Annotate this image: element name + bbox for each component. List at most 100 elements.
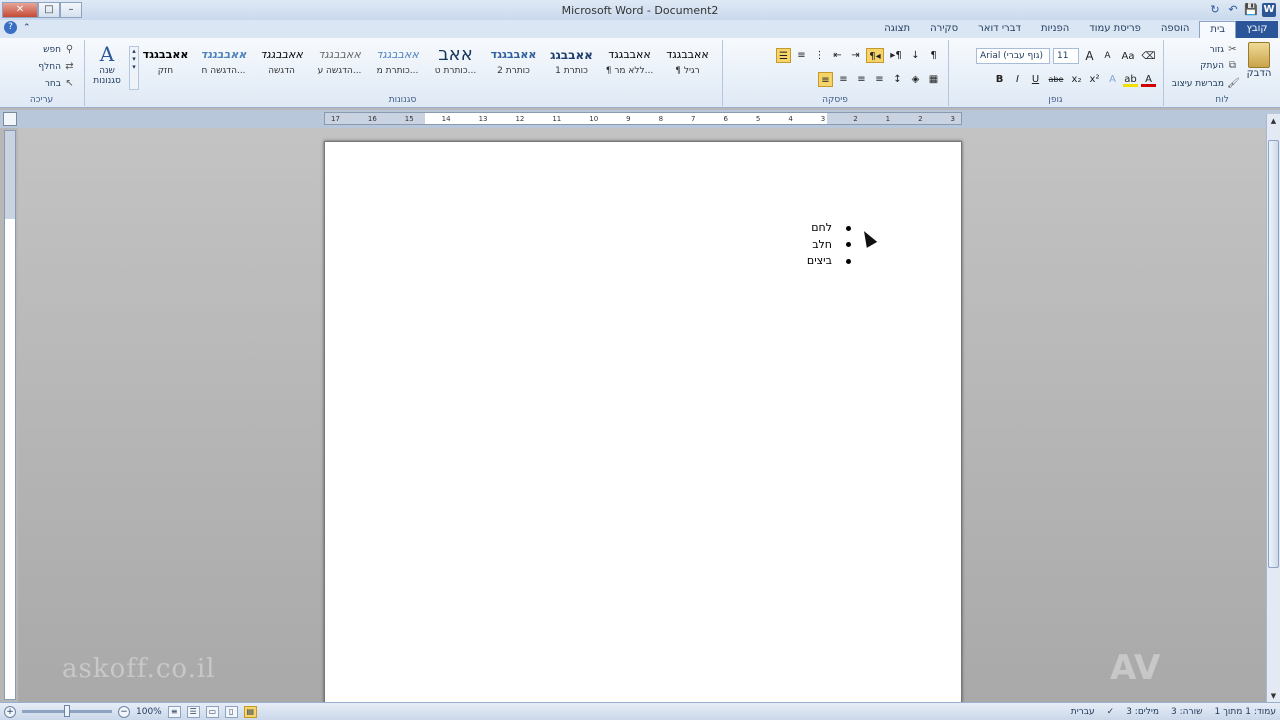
document-page[interactable]: לחם חלב ביצים bbox=[324, 141, 962, 711]
increase-indent-button[interactable]: ⇥ bbox=[848, 48, 863, 63]
editing-group: חפש ⚲ החלף ⇄ בחר ↖ עריכה bbox=[0, 40, 83, 106]
zoom-in-icon[interactable]: + bbox=[4, 705, 16, 718]
clear-formatting-icon[interactable]: ⌫ bbox=[1141, 49, 1156, 64]
tab-references[interactable]: הפניות bbox=[1031, 21, 1079, 38]
zoom-slider[interactable] bbox=[22, 705, 112, 717]
tab-file[interactable]: קובץ bbox=[1236, 21, 1278, 38]
word-count[interactable]: מילים: 3 bbox=[1126, 707, 1159, 717]
draft-view-icon[interactable]: ≡ bbox=[167, 705, 181, 718]
tab-insert[interactable]: הוספה bbox=[1151, 21, 1200, 38]
zoom-level[interactable]: 100% bbox=[136, 707, 162, 717]
tab-selector[interactable] bbox=[3, 112, 17, 126]
style-title[interactable]: אאב כותרת ט... bbox=[427, 44, 484, 88]
word-app-icon[interactable]: W bbox=[1262, 3, 1276, 17]
style-sample: אאבבגגד bbox=[318, 48, 361, 61]
find-button[interactable]: חפש ⚲ bbox=[43, 44, 75, 55]
minimize-button[interactable]: – bbox=[60, 2, 82, 18]
styles-gallery-scroll[interactable]: ▴ ▾ ▾ bbox=[129, 46, 139, 90]
style-subtitle[interactable]: אאבבגגד כותרת מ... bbox=[369, 44, 426, 88]
align-left-button[interactable]: ≡ bbox=[854, 72, 869, 87]
style-intense-emphasis[interactable]: אאבבגגד הדגשה ח... bbox=[195, 44, 252, 88]
shading-button[interactable]: ◈ bbox=[908, 72, 923, 87]
font-size-select[interactable]: 11 bbox=[1053, 48, 1079, 64]
numbering-button[interactable]: ≡ bbox=[794, 48, 809, 63]
tab-page-layout[interactable]: פריסת עמוד bbox=[1079, 21, 1151, 38]
minimize-ribbon-icon[interactable]: ⌃ bbox=[23, 23, 31, 33]
shrink-font-button[interactable]: A bbox=[1100, 49, 1115, 64]
italic-button[interactable]: I bbox=[1010, 72, 1025, 87]
help-icon[interactable]: ? bbox=[4, 21, 17, 34]
tab-review[interactable]: סקירה bbox=[920, 21, 968, 38]
tab-mailings[interactable]: דברי דואר bbox=[968, 21, 1031, 38]
align-right-button[interactable]: ≡ bbox=[818, 72, 833, 87]
paste-button[interactable]: הדבק bbox=[1244, 42, 1274, 92]
decrease-indent-button[interactable]: ⇤ bbox=[830, 48, 845, 63]
text-effects-button[interactable]: A bbox=[1105, 72, 1120, 87]
scroll-up-icon[interactable]: ▲ bbox=[1268, 116, 1279, 127]
style-emphasis[interactable]: אאבבגגד הדגשה bbox=[253, 44, 310, 88]
page-count[interactable]: עמוד: 1 מתוך 1 bbox=[1214, 707, 1276, 717]
cut-button[interactable]: גזור ✂ bbox=[1210, 44, 1238, 55]
font-color-button[interactable]: A bbox=[1141, 72, 1156, 87]
format-painter-button[interactable]: מברשת עיצוב 🖌 bbox=[1172, 78, 1240, 89]
title-bar: ✕ □ – Microsoft Word - Document2 ↻ ↶ 💾 W bbox=[0, 0, 1280, 20]
vertical-scrollbar[interactable]: ▲ ▼ bbox=[1266, 114, 1280, 704]
undo-icon[interactable]: ↶ bbox=[1226, 3, 1240, 17]
copy-button[interactable]: העתק ⧉ bbox=[1200, 60, 1238, 71]
vertical-ruler[interactable] bbox=[4, 130, 16, 700]
close-button[interactable]: ✕ bbox=[2, 2, 38, 18]
horizontal-ruler[interactable]: 3 2 1 2 3 4 5 6 7 8 9 10 11 12 13 14 15 … bbox=[324, 112, 962, 125]
scroll-down-icon[interactable]: ▼ bbox=[1268, 691, 1279, 702]
line-spacing-button[interactable]: ↕ bbox=[890, 72, 905, 87]
tab-view[interactable]: תצוגה bbox=[874, 21, 920, 38]
scroll-thumb[interactable] bbox=[1268, 140, 1279, 568]
align-center-button[interactable]: ≡ bbox=[836, 72, 851, 87]
tab-home[interactable]: בית bbox=[1199, 21, 1236, 38]
list-item[interactable]: חלב bbox=[807, 237, 851, 254]
strikethrough-button[interactable]: abe bbox=[1046, 72, 1066, 87]
select-button[interactable]: בחר ↖ bbox=[45, 78, 75, 89]
superscript-button[interactable]: x² bbox=[1087, 72, 1102, 87]
bullets-button[interactable]: ☰ bbox=[776, 48, 791, 63]
style-heading-1[interactable]: אאבבגג כותרת 1 bbox=[543, 44, 600, 88]
proofing-icon[interactable]: ✓ bbox=[1107, 707, 1115, 717]
language-indicator[interactable]: עברית bbox=[1071, 707, 1095, 717]
print-layout-icon[interactable]: ▤ bbox=[243, 705, 257, 718]
ltr-direction-button[interactable]: ▸¶ bbox=[887, 48, 905, 63]
save-icon[interactable]: 💾 bbox=[1244, 3, 1258, 17]
change-styles-button[interactable]: A שנה סגנונות bbox=[87, 42, 127, 86]
style-normal[interactable]: אאבבגגד ¶ רגיל bbox=[659, 44, 716, 88]
ruler-tick: 3 bbox=[950, 114, 955, 123]
show-marks-button[interactable]: ¶ bbox=[926, 48, 941, 63]
web-layout-icon[interactable]: ▭ bbox=[205, 705, 219, 718]
ruler-tick: 10 bbox=[589, 114, 599, 123]
font-name-select[interactable]: Arial (גוף עברי) bbox=[976, 48, 1050, 64]
subscript-button[interactable]: x₂ bbox=[1069, 72, 1084, 87]
style-subtle-emphasis[interactable]: אאבבגגד הדגשה ע... bbox=[311, 44, 368, 88]
zoom-slider-thumb[interactable] bbox=[64, 705, 70, 717]
zoom-out-icon[interactable]: − bbox=[118, 705, 130, 718]
grow-font-button[interactable]: A bbox=[1082, 49, 1097, 64]
outline-view-icon[interactable]: ☰ bbox=[186, 705, 200, 718]
highlight-button[interactable]: ab bbox=[1123, 72, 1138, 87]
select-label: בחר bbox=[44, 78, 61, 89]
reading-layout-icon[interactable]: ▯ bbox=[224, 705, 238, 718]
sort-button[interactable]: ↓ bbox=[908, 48, 923, 63]
replace-button[interactable]: החלף ⇄ bbox=[38, 61, 75, 72]
style-sample: אאב bbox=[438, 44, 473, 65]
bold-button[interactable]: B bbox=[992, 72, 1007, 87]
justify-button[interactable]: ≡ bbox=[872, 72, 887, 87]
multilevel-list-button[interactable]: ⋮ bbox=[812, 48, 827, 63]
style-heading-2[interactable]: אאבבגגד כותרת 2 bbox=[485, 44, 542, 88]
maximize-button[interactable]: □ bbox=[38, 2, 60, 18]
borders-button[interactable]: ▦ bbox=[926, 72, 941, 87]
style-no-spacing[interactable]: אאבבגגד ¶ ללא מר... bbox=[601, 44, 658, 88]
copy-icon: ⧉ bbox=[1228, 60, 1237, 71]
style-strong[interactable]: אאבבגגד חזק bbox=[137, 44, 194, 88]
list-item[interactable]: לחם bbox=[807, 220, 851, 237]
redo-icon[interactable]: ↻ bbox=[1208, 3, 1222, 17]
underline-button[interactable]: U bbox=[1028, 72, 1043, 87]
change-case-button[interactable]: Aa bbox=[1118, 49, 1138, 64]
rtl-direction-button[interactable]: ¶◂ bbox=[866, 48, 884, 63]
list-item[interactable]: ביצים bbox=[807, 253, 851, 270]
